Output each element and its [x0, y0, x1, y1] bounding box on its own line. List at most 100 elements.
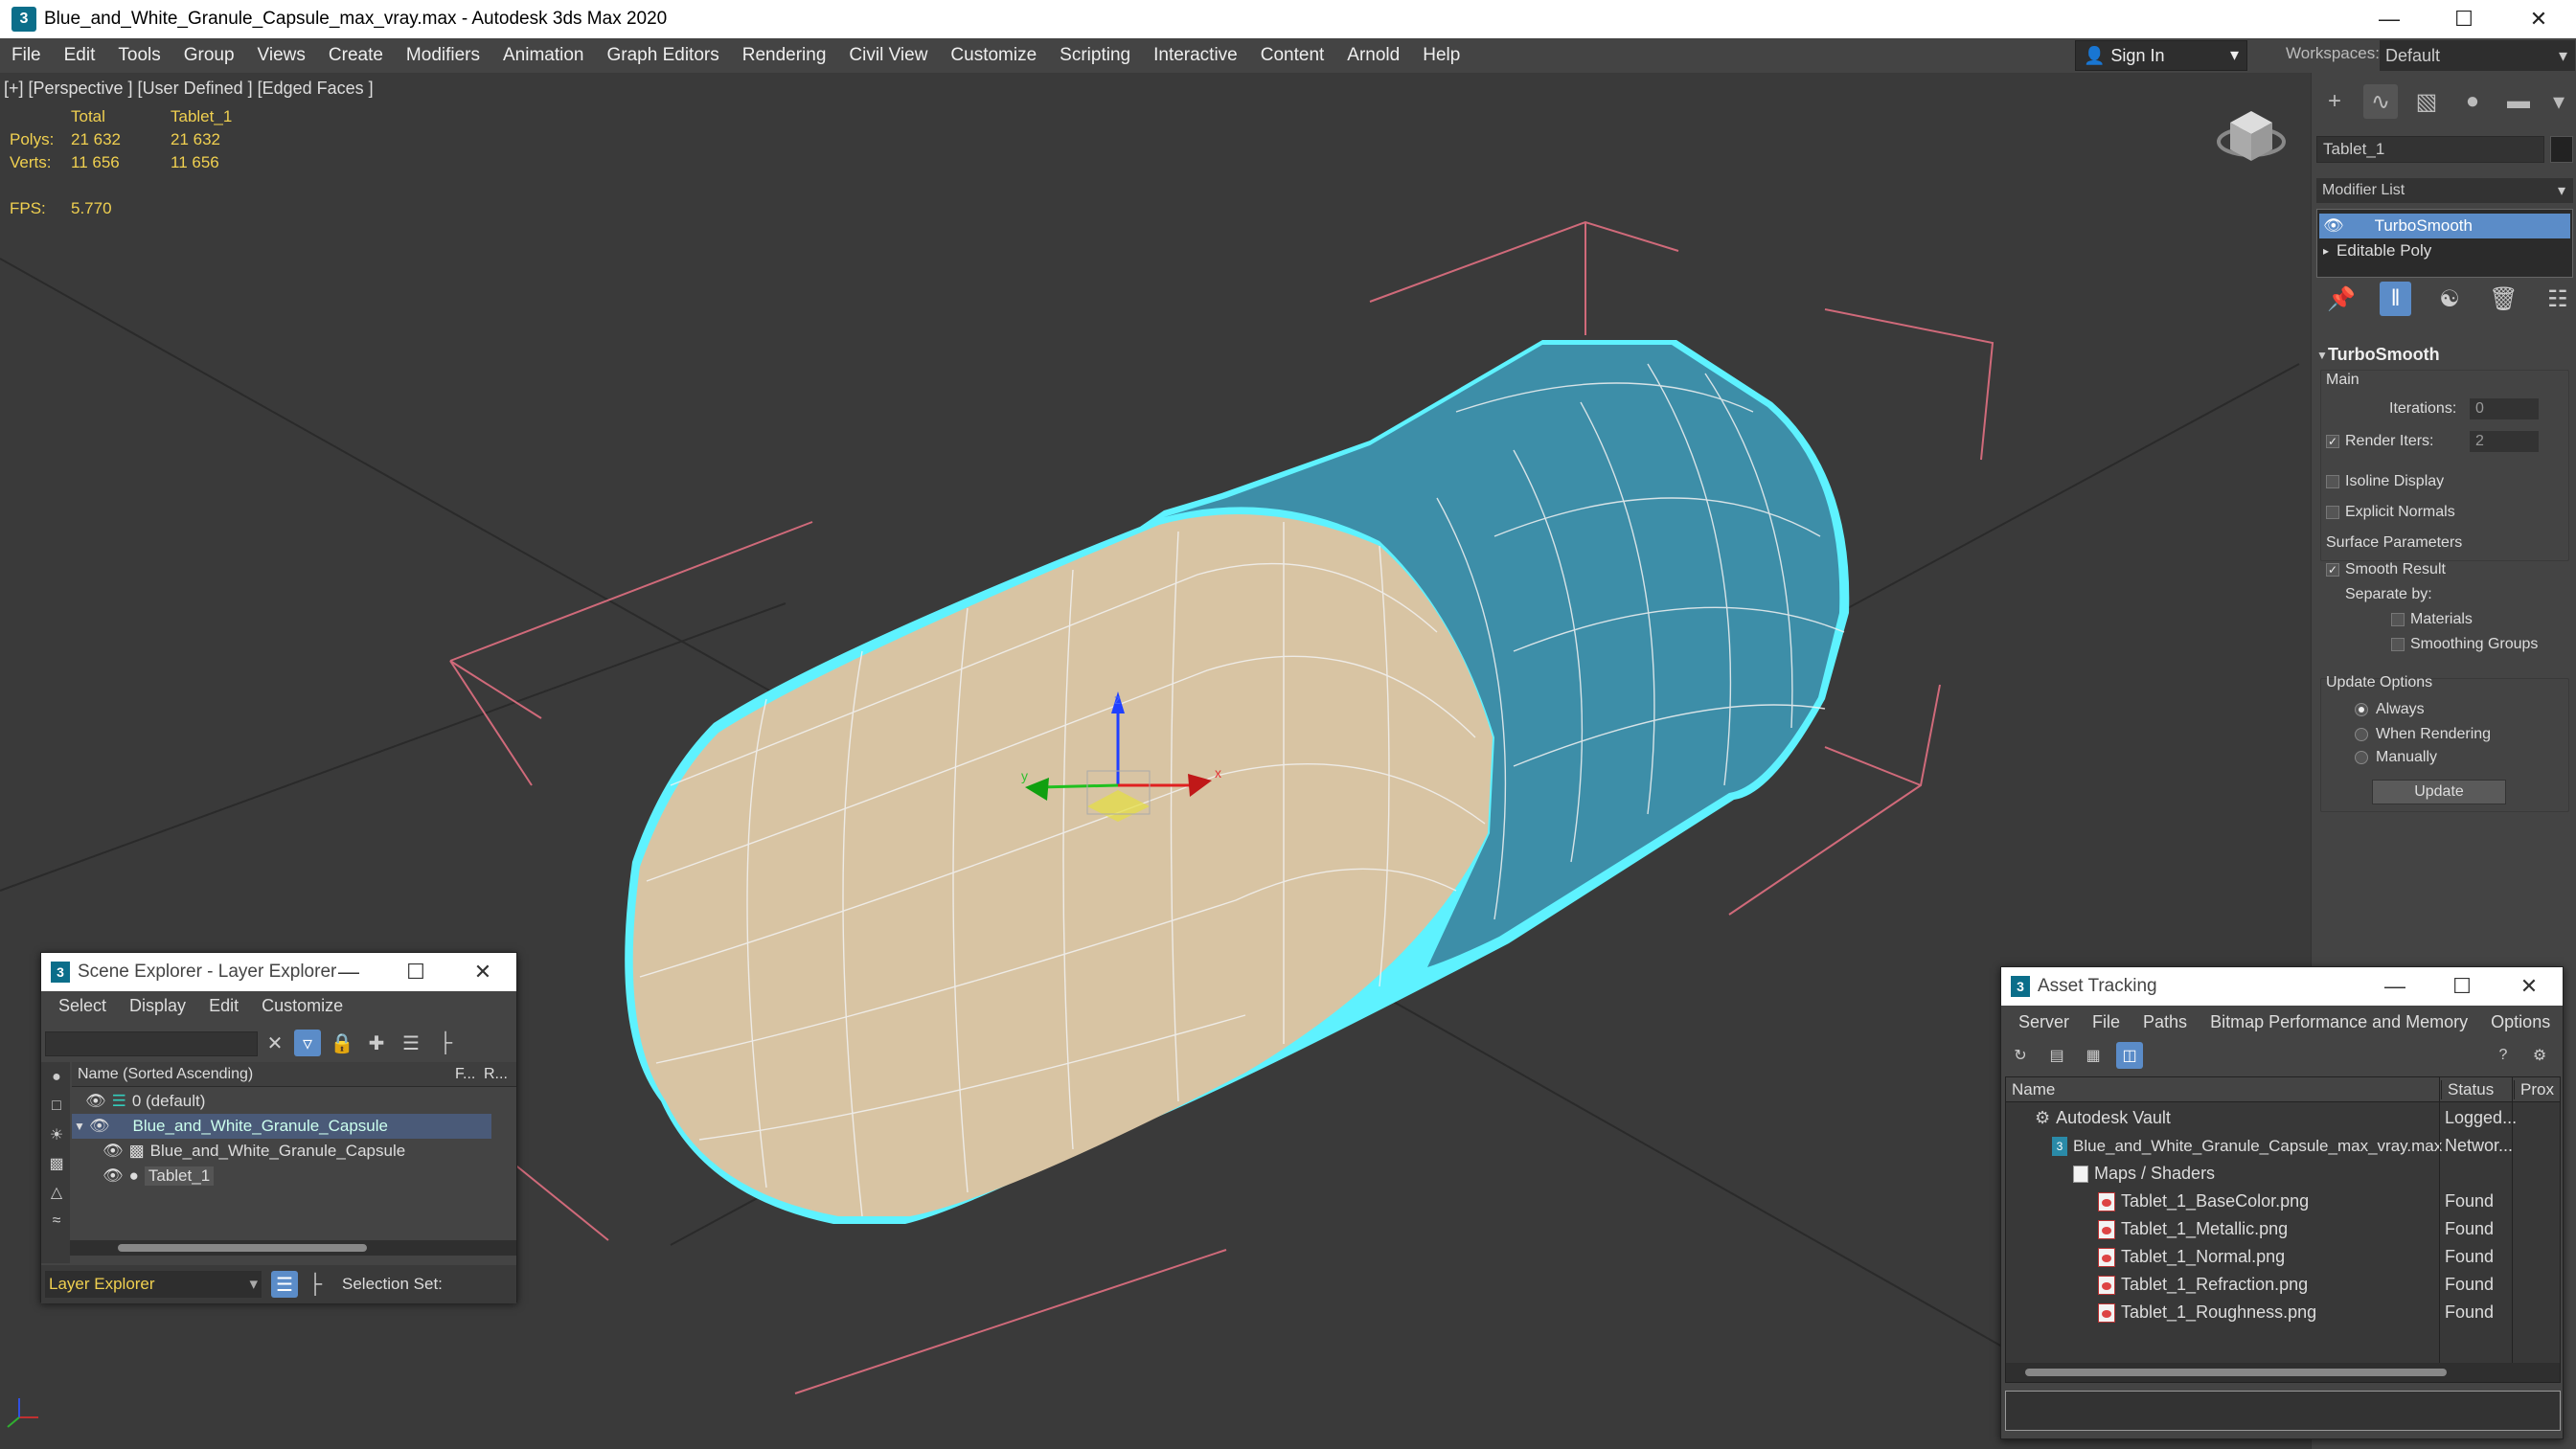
menu-animation[interactable]: Animation — [491, 38, 596, 73]
close-icon[interactable]: ✕ — [2496, 967, 2563, 1006]
maximize-icon[interactable]: ☐ — [2428, 967, 2496, 1006]
eye-icon[interactable]: 👁 — [103, 1166, 124, 1186]
menu-views[interactable]: Views — [246, 38, 317, 73]
make-unique-icon[interactable]: ☯ — [2434, 282, 2465, 316]
menu-edit[interactable]: Edit — [197, 996, 250, 1016]
minimize-icon[interactable]: — — [2361, 967, 2428, 1006]
menu-display[interactable]: Display — [118, 996, 197, 1016]
isoline-checkbox[interactable] — [2326, 475, 2339, 488]
explorer-type-dropdown[interactable]: Layer Explorer ▾ — [45, 1271, 262, 1298]
asset-row[interactable]: Tablet_1_Roughness.png Found — [2006, 1299, 2560, 1326]
iterations-spinner[interactable]: 0 — [2470, 398, 2539, 419]
sign-in-dropdown[interactable]: 👤 Sign In ▾ — [2075, 40, 2247, 71]
create-tab-icon[interactable]: + — [2317, 84, 2352, 119]
scene-search-input[interactable] — [45, 1031, 258, 1056]
scene-explorer-scrollbar[interactable] — [70, 1240, 516, 1256]
show-end-result-icon[interactable]: ‖ — [2380, 282, 2411, 316]
proxy-column-header[interactable]: Prox — [2514, 1079, 2554, 1099]
object-name-field[interactable]: Tablet_1 — [2316, 136, 2544, 163]
minimize-icon[interactable]: — — [315, 953, 382, 991]
spacewarps-filter-icon[interactable]: ≈ — [43, 1208, 70, 1234]
asset-row[interactable]: Tablet_1_Normal.png Found — [2006, 1243, 2560, 1271]
menu-content[interactable]: Content — [1249, 38, 1336, 73]
scrollbar-thumb[interactable] — [118, 1244, 367, 1252]
collapse-arrow-icon[interactable]: ▼ — [2316, 349, 2328, 362]
close-icon[interactable]: ✕ — [449, 953, 516, 991]
name-column-header[interactable]: Name — [2012, 1080, 2055, 1099]
smoothing-groups-checkbox[interactable] — [2391, 638, 2405, 651]
render-iters-spinner[interactable]: 2 — [2470, 431, 2539, 452]
layer-explorer-icon[interactable]: ☰ — [271, 1271, 298, 1298]
menu-file[interactable]: File — [0, 38, 53, 73]
name-column-header[interactable]: Name (Sorted Ascending) — [78, 1066, 253, 1083]
menu-options[interactable]: Options — [2479, 1012, 2562, 1032]
menu-modifiers[interactable]: Modifiers — [395, 38, 491, 73]
asset-row[interactable]: Tablet_1_Metallic.png Found — [2006, 1215, 2560, 1243]
menu-help[interactable]: Help — [1411, 38, 1471, 73]
configure-sets-icon[interactable]: ☷ — [2542, 282, 2573, 316]
menu-rendering[interactable]: Rendering — [731, 38, 838, 73]
scrollbar-thumb[interactable] — [2025, 1369, 2447, 1376]
always-radio[interactable] — [2355, 703, 2368, 716]
scene-explorer-titlebar[interactable]: 3 Scene Explorer - Layer Explorer — ☐ ✕ — [41, 953, 516, 991]
manually-radio[interactable] — [2355, 751, 2368, 764]
render-column-header[interactable]: R... — [484, 1066, 508, 1083]
table-view-icon[interactable]: ▦ — [2080, 1042, 2107, 1069]
status-column-header[interactable]: Status — [2441, 1079, 2494, 1099]
menu-interactive[interactable]: Interactive — [1142, 38, 1249, 73]
eye-icon[interactable]: 👁 — [103, 1142, 124, 1161]
menu-arnold[interactable]: Arnold — [1335, 38, 1411, 73]
tree-row[interactable]: 👁 ▩ Blue_and_White_Granule_Capsule — [72, 1139, 516, 1164]
helpers-filter-icon[interactable]: △ — [43, 1179, 70, 1206]
menu-edit[interactable]: Edit — [53, 38, 107, 73]
menu-customize[interactable]: Customize — [250, 996, 354, 1016]
maximize-icon[interactable]: ☐ — [2427, 0, 2501, 38]
workspaces-dropdown[interactable]: Default ▾ — [2380, 40, 2575, 71]
modify-tab-icon[interactable]: ∿ — [2363, 84, 2398, 119]
refresh-icon[interactable]: ↻ — [2007, 1042, 2034, 1069]
asset-scrollbar[interactable] — [2006, 1363, 2560, 1382]
motion-tab-icon[interactable]: ● — [2455, 84, 2490, 119]
update-button[interactable]: Update — [2372, 780, 2506, 804]
lock-icon[interactable]: 🔒 — [329, 1030, 355, 1056]
lights-filter-icon[interactable]: ☀ — [43, 1121, 70, 1148]
viewcube-icon[interactable] — [2217, 111, 2286, 161]
stack-item-turbosmooth[interactable]: 👁 TurboSmooth — [2319, 214, 2570, 238]
when-rendering-radio[interactable] — [2355, 728, 2368, 741]
stack-item-editable-poly[interactable]: ▸ Editable Poly — [2319, 238, 2570, 263]
rollout-title[interactable]: TurboSmooth — [2328, 345, 2440, 365]
utilities-tab-icon[interactable]: ▾ — [2542, 84, 2576, 119]
render-iters-checkbox[interactable]: ✓ — [2326, 435, 2339, 448]
freeze-column-header[interactable]: F... — [455, 1066, 475, 1083]
asset-row[interactable]: 3 Blue_and_White_Granule_Capsule_max_vra… — [2006, 1132, 2560, 1160]
asset-path-field[interactable] — [2005, 1391, 2561, 1431]
tree-row[interactable]: 👁 ● Tablet_1 — [72, 1164, 516, 1189]
tree-view-icon[interactable]: ◫ — [2116, 1042, 2143, 1069]
shapes-filter-icon[interactable]: □ — [43, 1093, 70, 1120]
minimize-icon[interactable]: — — [2352, 0, 2427, 38]
settings-icon[interactable]: ⚙ — [2526, 1042, 2553, 1069]
menu-group[interactable]: Group — [172, 38, 246, 73]
display-tab-icon[interactable]: ▬ — [2501, 84, 2536, 119]
pin-stack-icon[interactable]: 📌 — [2326, 282, 2357, 316]
sort-icon[interactable]: ├ — [302, 1271, 329, 1298]
clear-search-icon[interactable]: ✕ — [262, 1030, 288, 1056]
menu-file[interactable]: File — [2081, 1012, 2131, 1032]
modifier-list-dropdown[interactable]: Modifier List ▾ — [2316, 178, 2573, 203]
maximize-icon[interactable]: ☐ — [382, 953, 449, 991]
eye-icon[interactable]: 👁 — [85, 1092, 106, 1111]
asset-row[interactable]: Tablet_1_BaseColor.png Found — [2006, 1188, 2560, 1215]
asset-row[interactable]: ⚙ Autodesk Vault Logged... — [2006, 1104, 2560, 1132]
list-view-icon[interactable]: ▤ — [2043, 1042, 2070, 1069]
smooth-result-checkbox[interactable]: ✓ — [2326, 563, 2339, 577]
hierarchy-tab-icon[interactable]: ▧ — [2409, 84, 2444, 119]
explicit-normals-checkbox[interactable] — [2326, 506, 2339, 519]
menu-bitmap-performance[interactable]: Bitmap Performance and Memory — [2199, 1012, 2479, 1032]
tree-row[interactable]: 👁 ☰ 0 (default) — [72, 1089, 516, 1114]
tree-row-selected[interactable]: ▼ 👁 Blue_and_White_Granule_Capsule — [72, 1114, 491, 1139]
viewport-label[interactable]: [+] [Perspective ] [User Defined ] [Edge… — [4, 79, 374, 99]
remove-modifier-icon[interactable]: 🗑 — [2488, 282, 2519, 316]
object-color-swatch[interactable] — [2550, 136, 2573, 163]
layers-icon[interactable]: ☰ — [398, 1030, 424, 1056]
asset-row[interactable]: Maps / Shaders — [2006, 1160, 2560, 1188]
